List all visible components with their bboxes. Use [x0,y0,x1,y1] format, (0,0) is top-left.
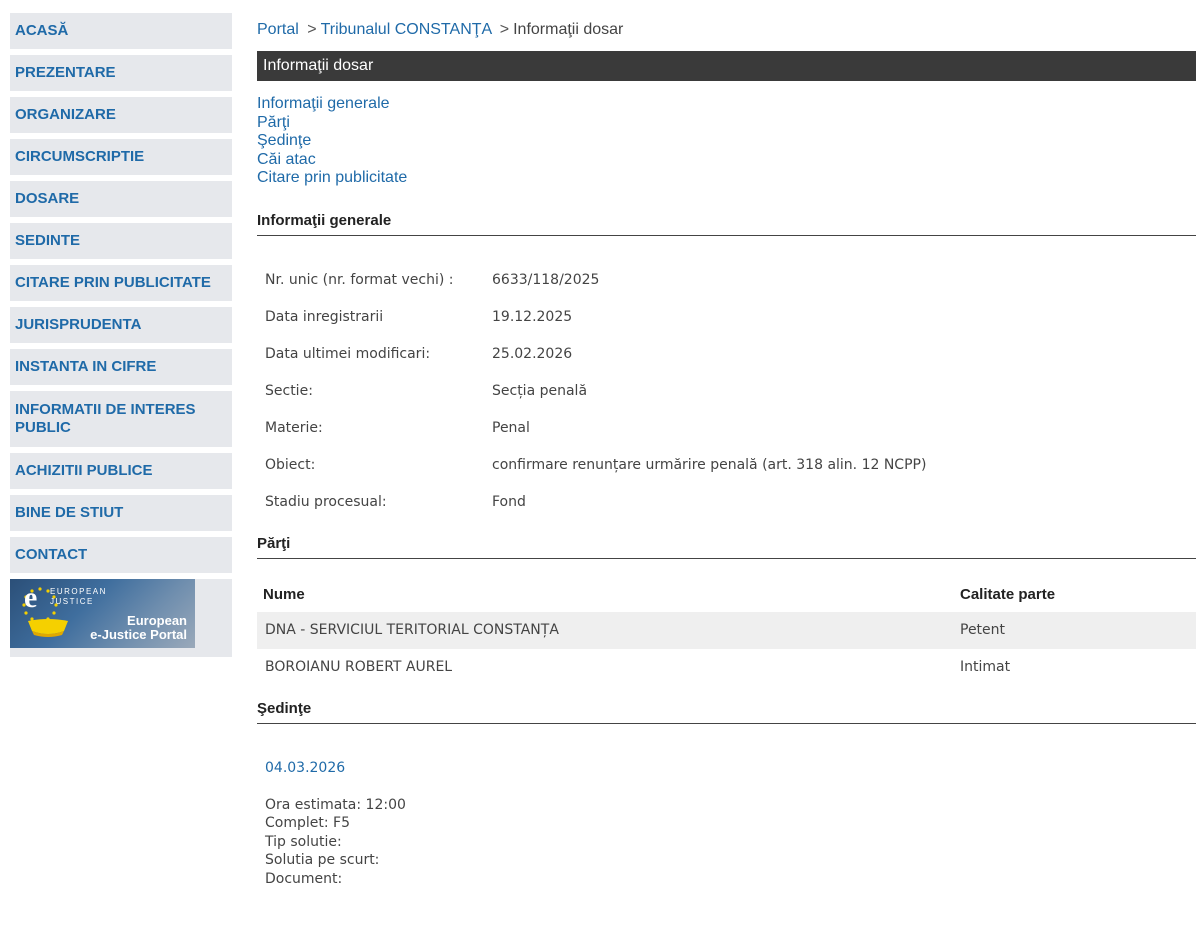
sedinta-date-link[interactable]: 04.03.2026 [257,760,345,776]
section-title-parti: Părţi [257,535,1196,559]
info-value: 25.02.2026 [492,346,573,362]
breadcrumb-current: Informaţii dosar [513,21,624,38]
info-value: Secția penală [492,383,588,399]
ejustice-portal-banner[interactable]: e EUROPEAN JUSTICE European e-Justice Po… [10,579,195,648]
sidebar-item-dosare[interactable]: DOSARE [10,181,232,217]
info-value: 6633/118/2025 [492,272,600,288]
ejustice-euro-line1: EUROPEAN [50,587,107,596]
section-anchor-links: Informaţii generale Părţi Şedinţe Căi at… [257,95,1196,188]
page: ACASĂ PREZENTARE ORGANIZARE CIRCUMSCRIPT… [0,0,1200,935]
sidebar-item-citare-prin-publicitate[interactable]: CITARE PRIN PUBLICITATE [10,265,232,301]
parti-name: BOROIANU ROBERT AUREL [265,659,453,675]
section-title-sedinte: Şedinţe [257,700,1196,724]
ejustice-portal-text: European e-Justice Portal [90,614,187,642]
sidebar-item-achizitii-publice[interactable]: ACHIZITII PUBLICE [10,453,232,489]
scales-of-justice-icon [28,619,68,637]
info-value: 19.12.2025 [492,309,573,325]
info-row: Data ultimei modificari: 25.02.2026 [257,336,1196,373]
info-label: Sectie: [265,383,313,399]
info-row: Data inregistrarii 19.12.2025 [257,299,1196,336]
info-row: Obiect: confirmare renunțare urmărire pe… [257,447,1196,484]
info-label: Materie: [265,420,323,436]
sedinta-ora-estimata: Ora estimata: 12:00 [265,796,406,813]
sedinta-details: Ora estimata: 12:00 Complet: F5 Tip solu… [257,796,1196,889]
info-label: Nr. unic (nr. format vechi) : [265,272,454,288]
info-row: Sectie: Secția penală [257,373,1196,410]
anchor-cai-atac[interactable]: Căi atac [257,151,1196,170]
section-title-informatii-generale: Informaţii generale [257,212,1196,236]
anchor-sedinte[interactable]: Şedinţe [257,132,1196,151]
sidebar-item-bine-de-stiut[interactable]: BINE DE STIUT [10,495,232,531]
ejustice-portal-line2: e-Justice Portal [90,627,187,642]
table-row: BOROIANU ROBERT AUREL Intimat [257,649,1196,686]
parti-name: DNA - SERVICIUL TERITORIAL CONSTANȚA [265,622,559,638]
info-label: Data inregistrarii [265,309,384,325]
sidebar-nav: ACASĂ PREZENTARE ORGANIZARE CIRCUMSCRIPT… [10,13,232,657]
sedinta-solutia-pe-scurt: Solutia pe scurt: [265,852,380,868]
info-label: Stadiu procesual: [265,494,387,510]
info-value: Penal [492,420,530,436]
parti-header-role: Calitate parte [960,585,1056,603]
sidebar-item-organizare[interactable]: ORGANIZARE [10,97,232,133]
sedinta-document: Document: [265,870,343,887]
sidebar-item-circumscriptie[interactable]: CIRCUMSCRIPTIE [10,139,232,175]
info-table: Nr. unic (nr. format vechi) : 6633/118/2… [257,262,1196,521]
sidebar-item-informatii-de-interes-public[interactable]: INFORMATII DE INTERES PUBLIC [10,391,232,447]
ejustice-banner-container: e EUROPEAN JUSTICE European e-Justice Po… [10,579,232,657]
info-label: Data ultimei modificari: [265,346,431,362]
breadcrumb-court-link[interactable]: Tribunalul CONSTANŢA [321,21,492,38]
sidebar-item-acasa[interactable]: ACASĂ [10,13,232,49]
sidebar-item-jurisprudenta[interactable]: JURISPRUDENTA [10,307,232,343]
sidebar-item-sedinte[interactable]: SEDINTE [10,223,232,259]
info-row: Stadiu procesual: Fond [257,484,1196,521]
anchor-informatii-generale[interactable]: Informaţii generale [257,95,1196,114]
main-content: Portal > Tribunalul CONSTANŢA > Informaţii… [257,20,1196,888]
anchor-parti[interactable]: Părţi [257,114,1196,133]
parti-role: Petent [960,622,1006,638]
breadcrumb-portal-link[interactable]: Portal [257,21,299,38]
anchor-citare-prin-publicitate[interactable]: Citare prin publicitate [257,169,1196,188]
sidebar-item-instanta-in-cifre[interactable]: INSTANTA IN CIFRE [10,349,232,385]
info-value: Fond [492,494,526,510]
sedinta-complet: Complet: F5 [265,815,350,831]
breadcrumb-separator: > [307,21,317,38]
breadcrumb-separator: > [499,21,510,38]
sedinta-tip-solutie: Tip solutie: [265,833,342,850]
parti-table-body: DNA - SERVICIUL TERITORIAL CONSTANȚA Pet… [257,611,1196,686]
ejustice-euro-text: EUROPEAN JUSTICE [50,587,107,607]
ejustice-portal-line1: European [127,613,187,628]
sidebar-item-contact[interactable]: CONTACT [10,537,232,573]
table-row: DNA - SERVICIUL TERITORIAL CONSTANȚA Pet… [257,611,1196,649]
parti-role: Intimat [960,659,1011,675]
info-value: confirmare renunțare urmărire penală (ar… [492,457,927,473]
info-row: Nr. unic (nr. format vechi) : 6633/118/2… [257,262,1196,299]
sidebar-item-prezentare[interactable]: PREZENTARE [10,55,232,91]
info-label: Obiect: [265,457,316,473]
info-row: Materie: Penal [257,410,1196,447]
page-title: Informaţii dosar [257,51,1196,81]
ejustice-euro-line2: JUSTICE [50,597,94,606]
breadcrumb: Portal > Tribunalul CONSTANŢA > Informaţii… [257,20,1196,40]
parti-table-header: Nume Calitate parte [257,585,1196,605]
ejustice-e-letter: e [24,581,38,614]
parti-header-name: Nume [263,585,305,603]
